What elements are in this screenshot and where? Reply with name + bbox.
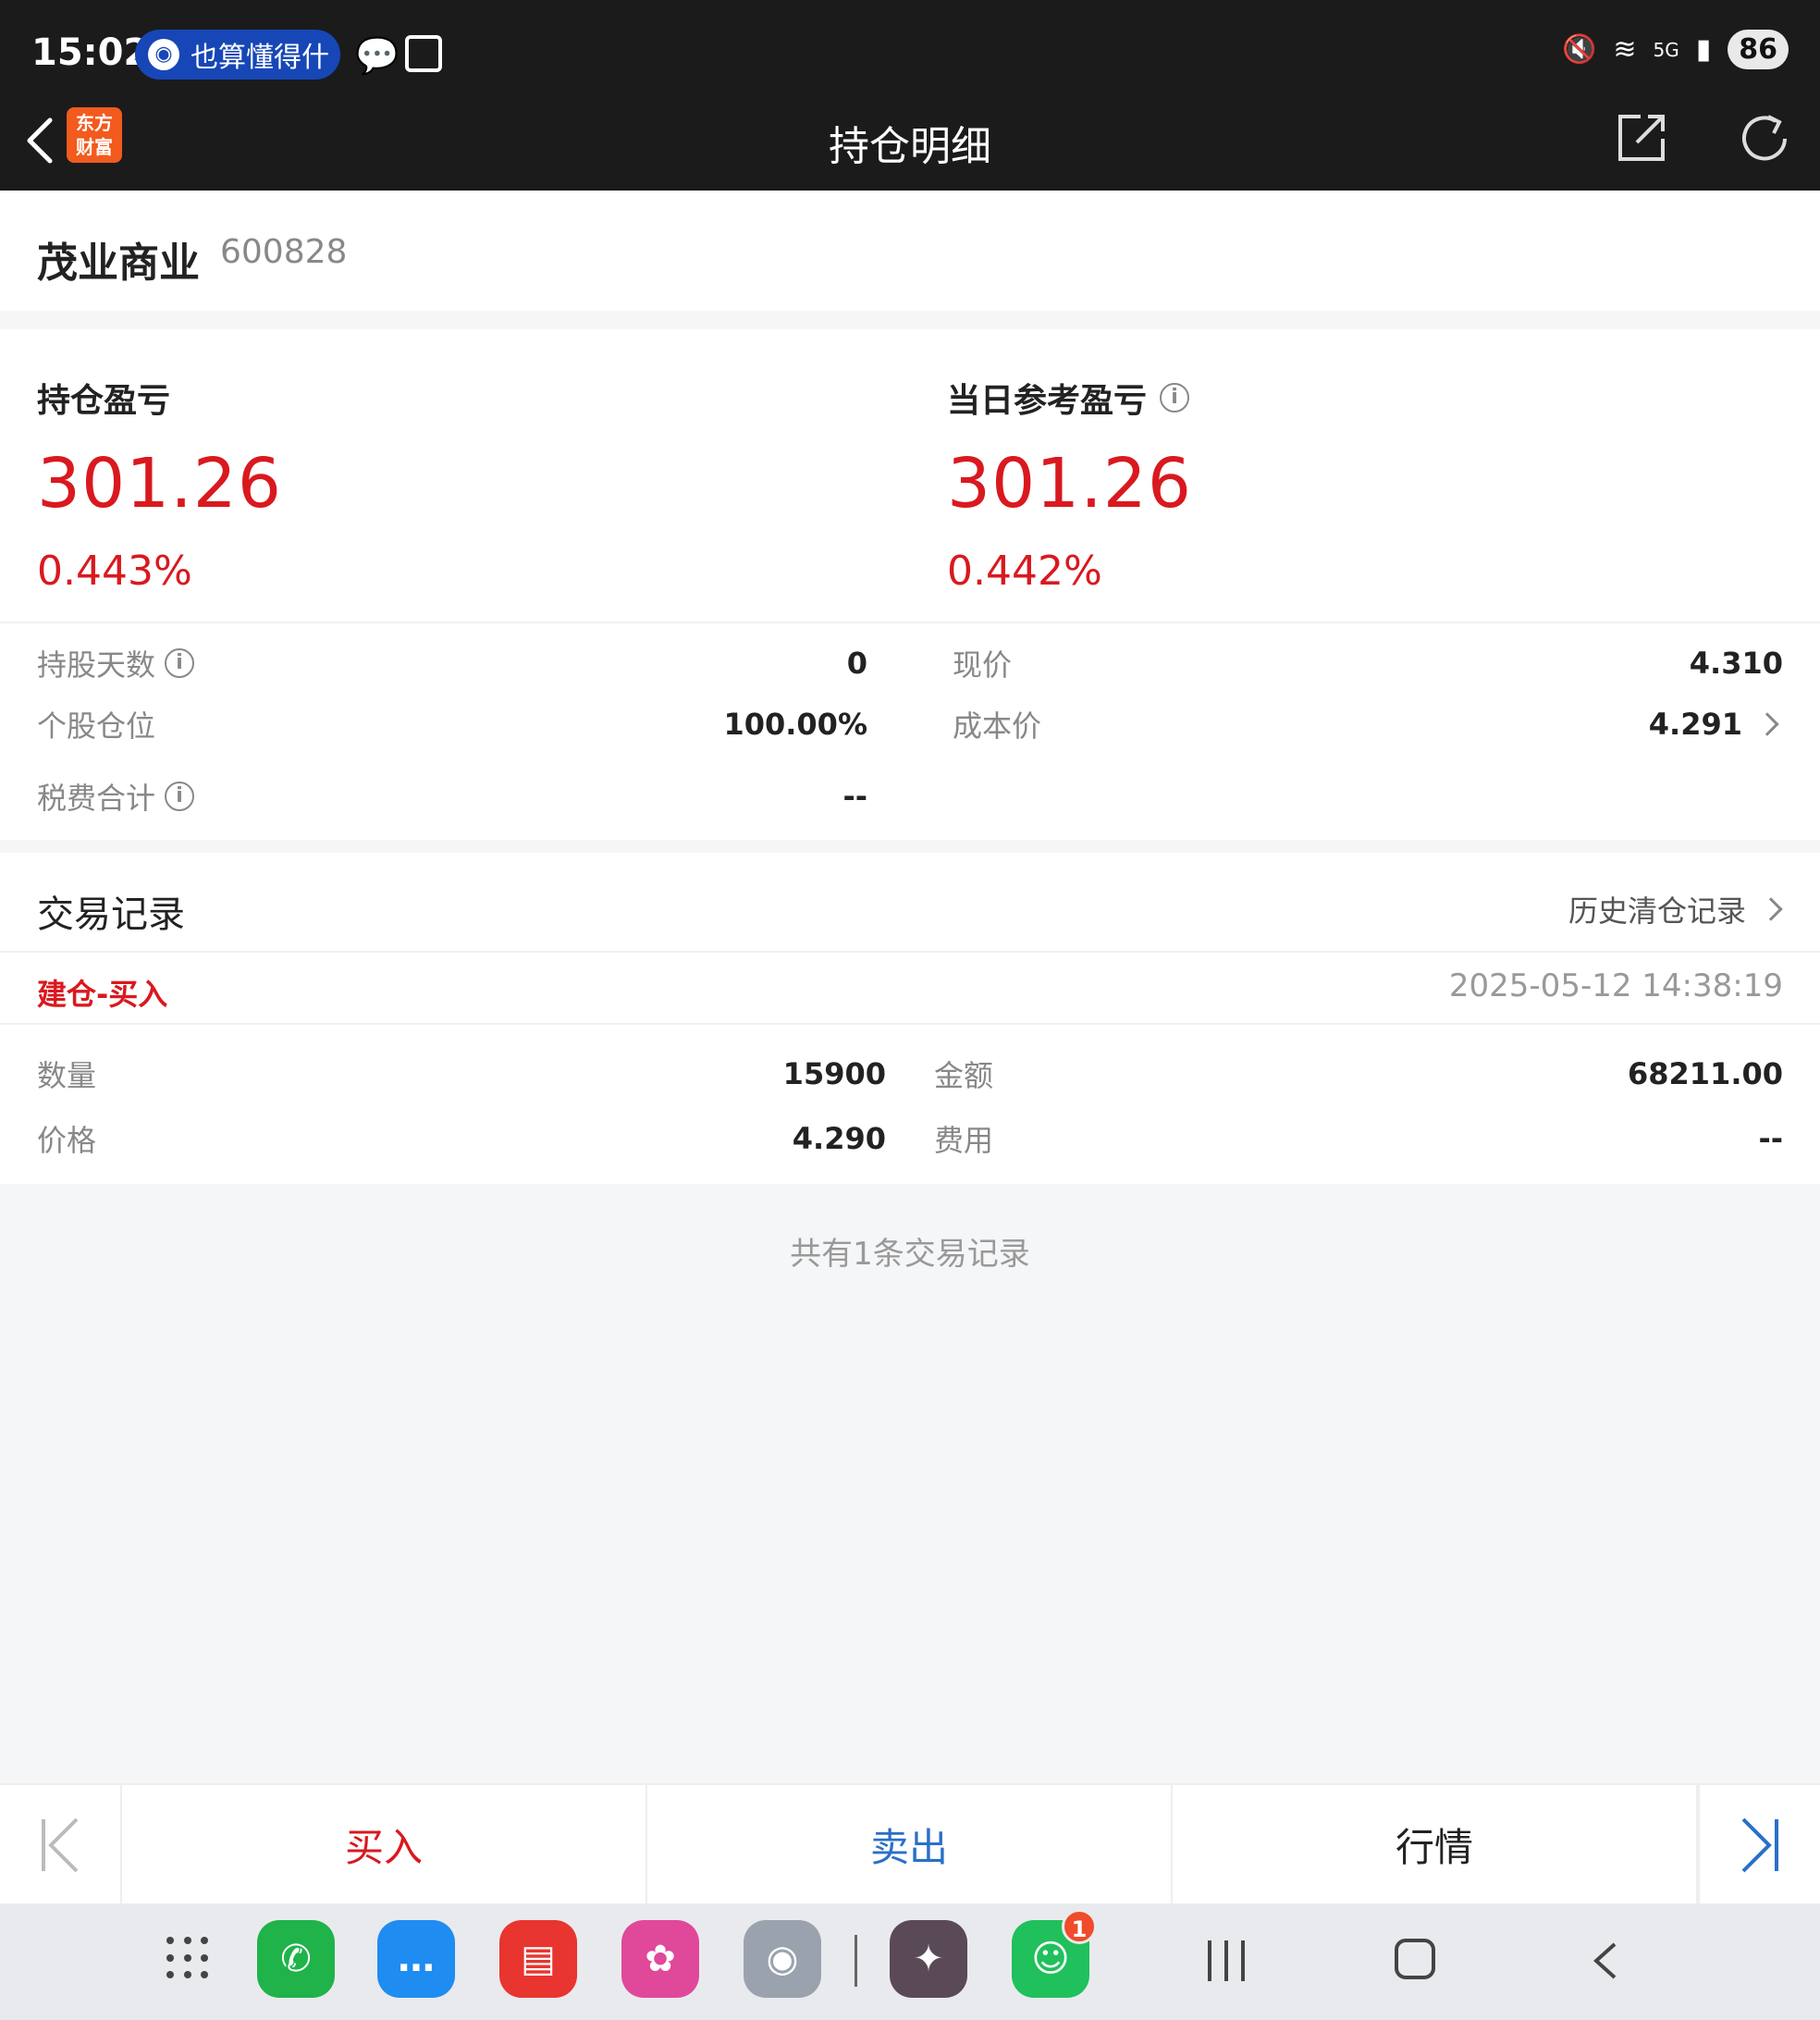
trade-amount-value: 68211.00 bbox=[1627, 1056, 1783, 1091]
app-drawer-icon[interactable] bbox=[166, 1937, 211, 1981]
trade-qty-value: 15900 bbox=[782, 1056, 886, 1091]
last-page-button[interactable] bbox=[1698, 1785, 1820, 1905]
stock-name: 茂业商业 bbox=[37, 240, 200, 287]
divider bbox=[0, 951, 1820, 953]
battery-indicator: 86 bbox=[1728, 30, 1789, 69]
holding-days-label: 持股天数 bbox=[37, 647, 156, 683]
divider bbox=[0, 1023, 1820, 1025]
first-page-button[interactable] bbox=[0, 1785, 122, 1905]
trade-count-note: 共有1条交易记录 bbox=[790, 1236, 1030, 1273]
trade-time: 2025-05-12 14:38:19 bbox=[1448, 967, 1783, 1004]
status-notification-pill[interactable]: ◉ 也算懂得什 bbox=[135, 30, 340, 80]
system-dock: ✆ … ▤ ✿ ◉ ✦ ☺ 1 bbox=[0, 1903, 1820, 2020]
daily-pnl-label: 当日参考盈亏 i bbox=[947, 374, 1192, 422]
camera-app-icon[interactable]: ◉ bbox=[744, 1920, 821, 1998]
status-time: 15:02 bbox=[31, 31, 150, 74]
messages-app-icon[interactable]: … bbox=[377, 1920, 455, 1998]
position-ratio-row: 个股仓位 100.00% bbox=[37, 703, 867, 745]
holding-days-row: 持股天数 i 0 bbox=[37, 642, 867, 684]
cost-price-row[interactable]: 成本价 4.291 bbox=[953, 703, 1783, 745]
daily-pnl-percent: 0.442% bbox=[947, 548, 1102, 595]
trade-price-value: 4.290 bbox=[792, 1121, 886, 1156]
history-clearance-label: 历史清仓记录 bbox=[1568, 893, 1746, 929]
wechat-app-icon[interactable]: ☺ 1 bbox=[1012, 1909, 1097, 1998]
back-nav-icon[interactable] bbox=[1591, 1940, 1618, 1981]
title-bar: 东方 财富 持仓明细 bbox=[0, 89, 1820, 191]
tax-total-value: -- bbox=[842, 779, 867, 814]
signal-bars-icon: ▮ bbox=[1695, 33, 1712, 66]
share-icon[interactable] bbox=[1615, 109, 1670, 165]
info-icon[interactable]: i bbox=[165, 648, 195, 678]
page-title: 持仓明细 bbox=[829, 123, 991, 170]
info-icon[interactable]: i bbox=[165, 782, 195, 811]
trade-price-label: 价格 bbox=[37, 1123, 97, 1158]
notes-app-icon[interactable]: ▤ bbox=[499, 1920, 577, 1998]
trade-price-row: 价格 4.290 bbox=[37, 1117, 886, 1160]
trade-type: 建仓-买入 bbox=[37, 977, 168, 1012]
tax-total-row: 税费合计 i -- bbox=[37, 775, 867, 818]
current-price-label: 现价 bbox=[953, 647, 1013, 683]
info-icon[interactable]: i bbox=[1160, 383, 1190, 413]
trade-records-title: 交易记录 bbox=[37, 893, 185, 936]
bottom-action-bar: 买入 卖出 行情 bbox=[0, 1783, 1820, 1905]
holding-pnl-label-text: 持仓盈亏 bbox=[37, 382, 171, 420]
trade-fee-value: -- bbox=[1758, 1121, 1783, 1156]
notification-badge: 1 bbox=[1062, 1909, 1097, 1944]
buy-button[interactable]: 买入 bbox=[122, 1785, 647, 1903]
tax-total-label: 税费合计 bbox=[37, 781, 156, 816]
mute-icon: 🔇 bbox=[1562, 33, 1597, 66]
stock-code: 600828 bbox=[220, 233, 348, 271]
daily-pnl-label-text: 当日参考盈亏 bbox=[947, 382, 1148, 420]
stock-header: 茂业商业 600828 bbox=[0, 191, 1820, 311]
current-price-value: 4.310 bbox=[1689, 646, 1783, 681]
home-nav-icon[interactable] bbox=[1395, 1939, 1435, 1979]
signal-label: 5G bbox=[1653, 38, 1679, 61]
sell-button[interactable]: 卖出 bbox=[647, 1785, 1173, 1903]
position-ratio-label: 个股仓位 bbox=[37, 708, 156, 744]
divider bbox=[0, 622, 1820, 623]
trade-records-section: 交易记录 历史清仓记录 建仓-买入 2025-05-12 14:38:19 数量… bbox=[0, 853, 1820, 1184]
trade-qty-label: 数量 bbox=[37, 1058, 97, 1093]
holding-days-value: 0 bbox=[846, 646, 867, 681]
recents-nav-icon[interactable] bbox=[1208, 1940, 1245, 1981]
game-app-icon[interactable]: ✦ bbox=[890, 1920, 967, 1998]
dock-separator bbox=[855, 1935, 857, 1987]
skip-first-icon bbox=[42, 1817, 79, 1873]
globe-icon: ◉ bbox=[148, 39, 179, 70]
position-ratio-value: 100.00% bbox=[723, 707, 867, 742]
current-price-row: 现价 4.310 bbox=[953, 642, 1783, 684]
cost-price-label: 成本价 bbox=[953, 708, 1042, 744]
phone-app-icon[interactable]: ✆ bbox=[257, 1920, 335, 1998]
daily-pnl-value: 301.26 bbox=[947, 444, 1192, 523]
wifi-icon: ≋ bbox=[1613, 33, 1637, 66]
refresh-icon[interactable] bbox=[1735, 109, 1794, 168]
chevron-right-icon bbox=[1759, 897, 1783, 921]
cost-price-value: 4.291 bbox=[1648, 707, 1742, 742]
gallery-app-icon[interactable]: ✿ bbox=[621, 1920, 699, 1998]
history-clearance-link[interactable]: 历史清仓记录 bbox=[1568, 888, 1783, 930]
trade-fee-label: 费用 bbox=[934, 1123, 994, 1158]
trade-amount-row: 金额 68211.00 bbox=[934, 1053, 1783, 1095]
daily-pnl-block: 当日参考盈亏 i 301.26 0.442% bbox=[947, 374, 1192, 595]
trade-qty-row: 数量 15900 bbox=[37, 1053, 886, 1095]
trade-amount-label: 金额 bbox=[934, 1058, 994, 1093]
status-right-cluster: 🔇 ≋ 5G ▮ 86 bbox=[1562, 30, 1789, 69]
holding-pnl-block: 持仓盈亏 301.26 0.443% bbox=[37, 374, 282, 595]
pnl-section: 持仓盈亏 301.26 0.443% 当日参考盈亏 i 301.26 0.442… bbox=[0, 329, 1820, 840]
holding-pnl-value: 301.26 bbox=[37, 444, 282, 523]
wechat-status-icon: 💬 bbox=[355, 35, 400, 76]
screenshot-status-icon bbox=[405, 35, 442, 72]
quote-button[interactable]: 行情 bbox=[1173, 1785, 1698, 1903]
status-pill-text: 也算懂得什 bbox=[191, 42, 329, 74]
chevron-right-icon[interactable] bbox=[1755, 712, 1779, 736]
holding-pnl-label: 持仓盈亏 bbox=[37, 374, 282, 422]
holding-pnl-percent: 0.443% bbox=[37, 548, 192, 595]
trade-fee-row: 费用 -- bbox=[934, 1117, 1783, 1160]
skip-last-icon bbox=[1741, 1817, 1778, 1873]
